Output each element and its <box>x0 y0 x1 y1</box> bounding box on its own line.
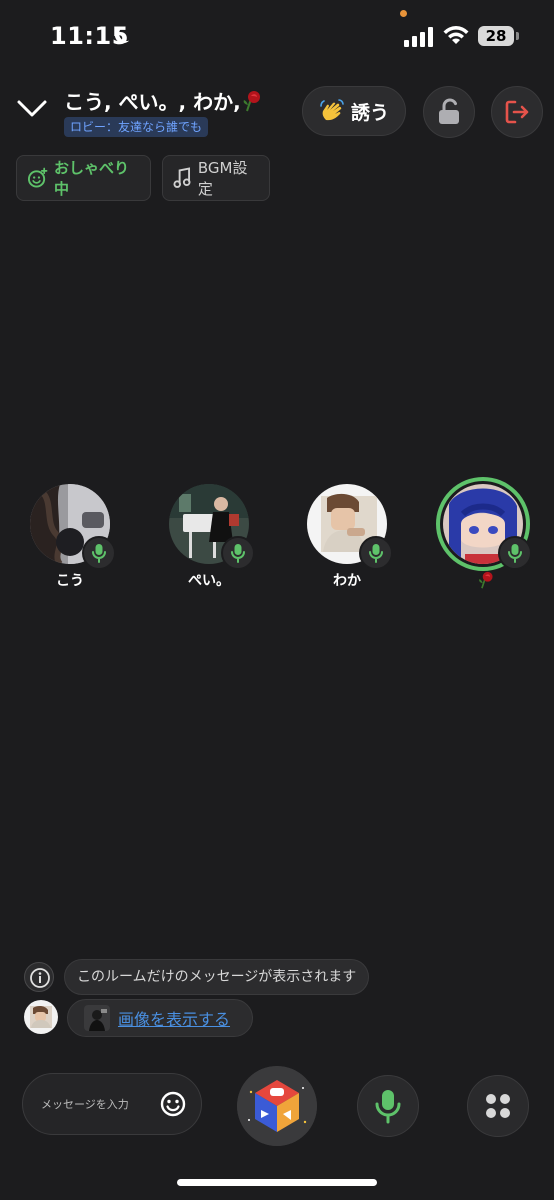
message-input-placeholder: メッセージを入力 <box>41 1098 129 1111</box>
mic-status-badge <box>221 536 255 570</box>
music-note-icon <box>173 167 191 188</box>
mic-icon <box>375 1090 401 1124</box>
lock-toggle-button[interactable] <box>423 86 475 138</box>
mic-status-badge <box>82 536 116 570</box>
show-image-link[interactable]: 画像を表示する <box>118 1006 230 1030</box>
grid-dots-icon <box>486 1094 510 1118</box>
chatting-status-chip[interactable]: おしゃべり中 <box>16 155 151 201</box>
system-message: このルームだけのメッセージが表示されます <box>64 959 370 995</box>
leave-room-button[interactable] <box>491 86 543 138</box>
chevron-down-icon[interactable] <box>16 96 48 120</box>
battery-level: 28 <box>478 26 514 46</box>
privacy-indicator <box>400 10 407 17</box>
room-title: こう, ぺい。, わか, <box>64 86 263 115</box>
mic-toggle-button[interactable] <box>357 1075 419 1137</box>
rose-icon <box>479 571 493 589</box>
mic-icon <box>508 544 522 563</box>
battery-tip <box>516 32 519 40</box>
message-sender-avatar[interactable] <box>24 1000 58 1034</box>
invite-button[interactable]: 誘う <box>302 86 406 136</box>
wifi-icon <box>443 26 469 44</box>
game-button[interactable] <box>237 1066 317 1146</box>
waving-hand-icon <box>320 99 344 121</box>
mic-status-badge <box>359 536 393 570</box>
game-cube-icon <box>237 1066 317 1146</box>
rose-icon <box>243 91 260 112</box>
status-bar: 11:15 28 <box>0 0 554 70</box>
participant-name: わか <box>333 573 361 589</box>
participant-name: ぺい。 <box>188 573 230 589</box>
home-indicator[interactable] <box>177 1179 377 1186</box>
smile-plus-icon <box>27 167 48 188</box>
moon-icon <box>114 26 130 44</box>
lobby-badge: ロビー：友達なら誰でも <box>64 117 209 137</box>
bgm-label: BGM設定 <box>197 159 248 198</box>
participant-tile-speaking[interactable] <box>436 477 536 594</box>
mic-status-badge <box>498 536 532 570</box>
mic-icon <box>231 544 245 563</box>
mic-icon <box>369 544 383 563</box>
chatting-label: おしゃべり中 <box>54 159 130 198</box>
apps-menu-button[interactable] <box>467 1075 529 1137</box>
info-icon <box>24 962 54 992</box>
room-title-text: こう, ぺい。, わか, <box>64 90 241 114</box>
participant-tile[interactable]: わか <box>297 484 397 594</box>
signal-icon <box>404 27 433 47</box>
participant-name <box>436 570 536 594</box>
message-input[interactable]: メッセージを入力 <box>22 1073 202 1135</box>
mic-icon <box>92 544 106 563</box>
image-message-bubble[interactable]: 画像を表示する <box>67 999 253 1037</box>
image-thumbnail <box>84 1005 110 1031</box>
participant-tile[interactable]: ぺい。 <box>159 484 259 594</box>
bgm-settings-chip[interactable]: BGM設定 <box>162 155 270 201</box>
exit-icon <box>505 100 529 124</box>
participant-tile[interactable]: こう <box>20 484 120 594</box>
unlock-icon <box>439 98 459 124</box>
emoji-icon[interactable] <box>159 1090 187 1118</box>
participant-name: こう <box>56 573 84 589</box>
invite-label: 誘う <box>350 101 389 124</box>
